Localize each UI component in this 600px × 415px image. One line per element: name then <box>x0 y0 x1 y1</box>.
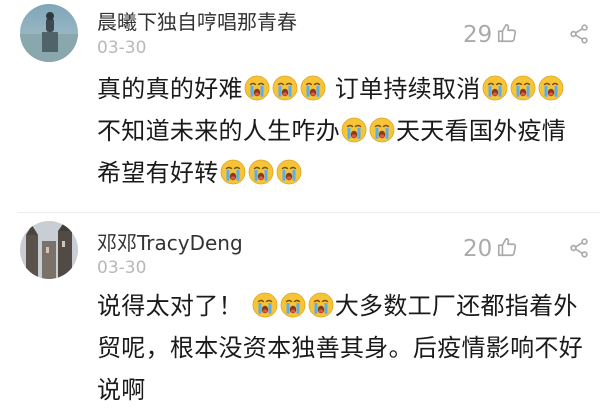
comment-date: 03-30 <box>97 38 147 58</box>
comment-text-fragment: 说得太对了！ <box>97 292 251 320</box>
crying-emoji <box>482 72 508 101</box>
thumb-up-icon <box>496 236 518 262</box>
crying-emoji <box>308 289 334 318</box>
like-count: 29 <box>463 22 493 48</box>
username[interactable]: 晨曦下独自哼唱那青春 <box>97 6 297 35</box>
avatar[interactable] <box>20 221 78 279</box>
comment-item: 邓邓TracyDeng 03-30 20 说得太对了！ 大多数工厂还都指着外贸呢… <box>0 213 600 415</box>
crying-emoji <box>248 156 274 185</box>
comment-text-fragment: 真的真的好难 <box>97 75 243 103</box>
share-icon <box>568 24 590 49</box>
thumb-up-icon <box>496 22 518 48</box>
share-button[interactable] <box>568 237 590 263</box>
crying-emoji <box>252 289 278 318</box>
comment-text-fragment: 订单持续取消 <box>326 75 481 103</box>
comment-item: 晨曦下独自哼唱那青春 03-30 29 真的真的好难 订单持续取消 不知道未来的… <box>0 0 600 212</box>
crying-emoji <box>510 72 536 101</box>
crying-emoji <box>369 114 395 143</box>
like-button[interactable]: 20 <box>463 236 518 262</box>
comment-text-fragment: 不知道未来的人生咋办 <box>97 117 340 145</box>
comment-text: 说得太对了！ 大多数工厂还都指着外贸呢，根本没资本独善其身。后疫情影响不好说啊 <box>97 285 589 411</box>
share-button[interactable] <box>568 23 590 49</box>
crying-emoji <box>538 72 564 101</box>
crying-emoji <box>300 72 326 101</box>
crying-emoji <box>244 72 270 101</box>
comment-date: 03-30 <box>97 258 147 278</box>
avatar[interactable] <box>20 4 78 62</box>
crying-emoji <box>220 156 246 185</box>
crying-emoji <box>276 156 302 185</box>
share-icon <box>568 238 590 263</box>
comment-text: 真的真的好难 订单持续取消 不知道未来的人生咋办 天天看国外疫情希望有好转 <box>97 68 589 194</box>
crying-emoji <box>280 289 306 318</box>
like-count: 20 <box>463 236 493 262</box>
crying-emoji <box>272 72 298 101</box>
crying-emoji <box>341 114 367 143</box>
like-button[interactable]: 29 <box>463 22 518 48</box>
username[interactable]: 邓邓TracyDeng <box>97 227 243 256</box>
